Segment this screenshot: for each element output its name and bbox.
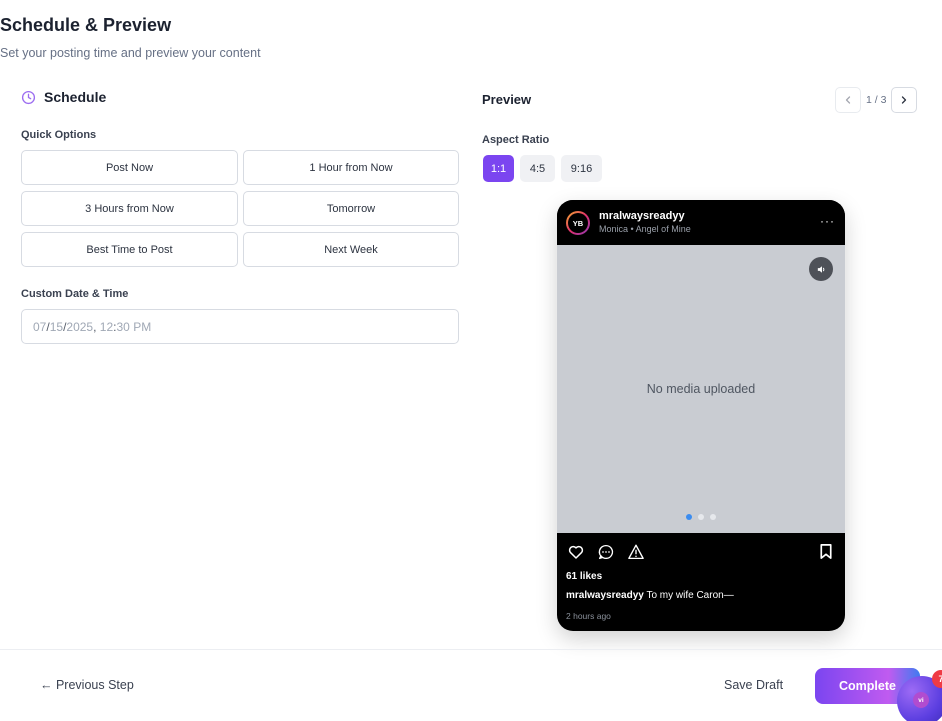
previous-step-button[interactable]: ← Previous Step <box>40 678 134 692</box>
post-time: 2 hours ago <box>566 611 611 621</box>
pager-prev-button[interactable] <box>835 87 861 113</box>
post-caption: mralwaysreadyy To my wife Caron— <box>566 590 734 601</box>
post-header: YB mralwaysreadyy Monica • Angel of Mine… <box>557 200 845 245</box>
quick-option-best-time[interactable]: Best Time to Post <box>21 232 238 267</box>
footer-divider <box>0 649 942 650</box>
sound-icon[interactable] <box>809 257 833 281</box>
preview-heading: Preview <box>482 92 532 107</box>
carousel-dot <box>710 514 716 520</box>
quick-option-1-hour[interactable]: 1 Hour from Now <box>243 150 459 185</box>
datetime-year: 2025 <box>66 319 94 334</box>
quick-option-3-hours[interactable]: 3 Hours from Now <box>21 191 238 226</box>
no-media-text: No media uploaded <box>646 382 756 396</box>
chevron-right-icon <box>902 96 907 104</box>
post-username: mralwaysreadyy <box>599 210 685 222</box>
post-preview-phone: YB mralwaysreadyy Monica • Angel of Mine… <box>557 200 845 631</box>
share-icon[interactable] <box>627 543 645 561</box>
pager-current: 1 <box>866 94 872 106</box>
quick-option-post-now[interactable]: Post Now <box>21 150 238 185</box>
chevron-left-icon <box>845 96 851 104</box>
post-media: No media uploaded <box>557 245 845 533</box>
comment-icon[interactable] <box>597 543 615 561</box>
pager-next-button[interactable] <box>891 87 918 113</box>
more-options-icon[interactable]: ··· <box>820 214 835 228</box>
save-draft-button[interactable]: Save Draft <box>724 678 783 692</box>
chat-avatar: vi <box>913 692 929 708</box>
pager-text: 1 / 3 <box>866 94 886 106</box>
aspect-4-5-button[interactable]: 4:5 <box>520 155 555 182</box>
bookmark-icon[interactable] <box>818 543 834 565</box>
schedule-header: Schedule <box>21 89 106 105</box>
clock-icon <box>21 90 36 104</box>
post-likes: 61 likes <box>566 571 603 582</box>
caption-username: mralwaysreadyy <box>566 590 644 601</box>
heart-icon[interactable] <box>567 543 585 561</box>
carousel-dot <box>698 514 704 520</box>
datetime-input[interactable]: 07/15/2025, 12:30 PM <box>21 309 459 344</box>
page-subtitle: Set your posting time and preview your c… <box>0 46 261 60</box>
datetime-ampm: PM <box>133 319 152 334</box>
custom-datetime-label: Custom Date & Time <box>21 288 129 300</box>
carousel-dots <box>557 514 845 520</box>
quick-option-next-week[interactable]: Next Week <box>243 232 459 267</box>
page-title: Schedule & Preview <box>0 15 172 35</box>
quick-option-tomorrow[interactable]: Tomorrow <box>243 191 459 226</box>
avatar: YB <box>566 211 590 235</box>
aspect-1-1-button[interactable]: 1:1 <box>483 155 514 182</box>
carousel-dot <box>686 514 692 520</box>
aspect-9-16-button[interactable]: 9:16 <box>561 155 602 182</box>
schedule-heading: Schedule <box>44 89 107 105</box>
preview-pager: 1 / 3 <box>835 87 918 113</box>
avatar-initials: YB <box>568 213 588 233</box>
aspect-ratio-label: Aspect Ratio <box>482 134 550 146</box>
post-song: Monica • Angel of Mine <box>599 224 691 234</box>
pager-sep: / <box>874 94 878 106</box>
post-actions <box>567 543 645 561</box>
quick-options-label: Quick Options <box>21 129 97 141</box>
caption-text: To my wife Caron— <box>646 590 734 601</box>
datetime-month: 07 <box>33 319 47 334</box>
datetime-minute: 30 <box>116 319 130 334</box>
datetime-day: 15 <box>49 319 64 334</box>
pager-total: 3 <box>880 94 887 106</box>
datetime-hour: 12 <box>99 319 114 334</box>
